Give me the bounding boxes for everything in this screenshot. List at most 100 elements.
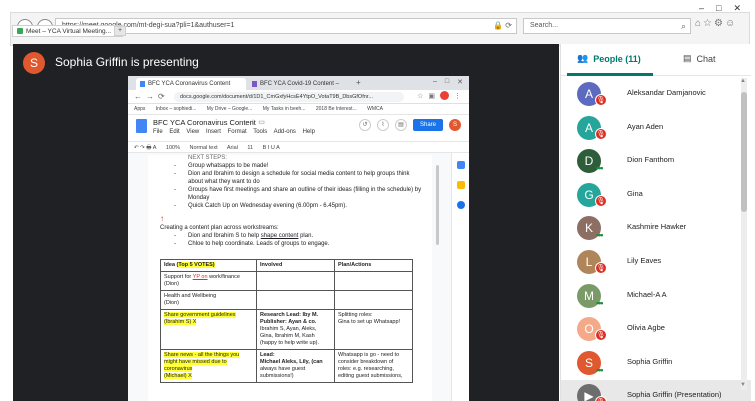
doc-line: about what they want to do (188, 179, 260, 185)
minimize-icon[interactable]: – (699, 3, 704, 14)
doc-menu-item: Insert (205, 129, 221, 135)
table-row: Support for YP on work/finance (Dion) (160, 271, 413, 291)
tasks-icon (457, 201, 465, 209)
doc-favicon-icon (252, 81, 257, 87)
lock-refresh-icons[interactable]: 🔒 ⟳ (493, 21, 512, 30)
window-controls: – □ ✕ (699, 3, 741, 14)
participant-row[interactable]: L 🎙 Lily Eaves (561, 246, 751, 280)
participant-name: Sophia Griffin (627, 356, 673, 366)
doc-bullet: - (174, 187, 176, 193)
shared-chrome-tabstrip: BFC YCA Coronavirus Content BFC YCA Covi… (128, 76, 469, 90)
bookmark-item: 2018 Be Interest... (315, 106, 357, 112)
shared-tab-1: BFC YCA Coronavirus Content (136, 78, 246, 90)
shared-tab-2: BFC YCA Covid-19 Content – (248, 78, 352, 90)
scroll-down-icon[interactable]: ▼ (740, 382, 746, 388)
font-size-select: 11 (247, 145, 254, 151)
docs-logo-icon (136, 119, 147, 133)
speaking-indicator-icon: ••• (596, 297, 604, 308)
maximize-icon[interactable]: □ (716, 3, 721, 14)
doc-menu-item: Help (302, 129, 315, 135)
participants-panel: 👥 People (11) ▤ Chat A 🎙 Aleksandar Damjan… (560, 44, 751, 401)
doc-side-panel (451, 153, 469, 401)
shared-menu-icon: ⋮ (454, 92, 461, 100)
doc-bullet: - (174, 171, 176, 177)
participant-row[interactable]: D ••• Dion Fanthom (561, 145, 751, 179)
docs-favicon-icon (140, 81, 145, 87)
speaking-indicator-icon: ••• (596, 364, 604, 375)
style-select: Normal text (189, 145, 218, 151)
calendar-icon (457, 161, 465, 169)
doc-line: Dion and Ibrahim to design a schedule fo… (188, 171, 410, 177)
doc-actions: ↺ ⌇ ▤ Share S (358, 119, 461, 131)
new-tab-button[interactable]: + (114, 26, 126, 36)
tab-people[interactable]: 👥 People (11) (577, 53, 641, 64)
scroll-up-icon[interactable]: ▲ (740, 78, 746, 84)
tab-chat[interactable]: ▤ Chat (683, 53, 716, 64)
doc-user-avatar: S (449, 119, 461, 131)
table-cell (334, 271, 413, 291)
participant-row[interactable]: ▶🎙Sophia Griffin (Presentation) (561, 380, 751, 401)
search-placeholder: Search... (530, 22, 559, 29)
participant-row[interactable]: K ••• Kashmire Hawker (561, 212, 751, 246)
undo-redo-print-icons: ↶ ↷ 🖶 A (134, 145, 157, 151)
doc-header: BFC YCA Coronavirus Content ☆ ▭ File Edi… (128, 115, 469, 141)
participant-name: Aleksandar Damjanovic (627, 88, 706, 97)
keep-icon (457, 181, 465, 189)
participant-row[interactable]: G 🎙 Gina (561, 179, 751, 213)
table-cell: Support for YP on work/finance (Dion) (160, 271, 257, 291)
doc-bullet: - (174, 163, 176, 169)
comment-history-icon: ↺ (358, 119, 371, 131)
speaking-indicator-icon: ••• (596, 163, 604, 174)
table-cell (256, 271, 335, 291)
shared-ext-icon: ▣ (428, 92, 435, 100)
text-cursor-icon: ↑ (160, 214, 164, 223)
doc-canvas: NEXT STEPS: - Group whatsapps to be made… (128, 153, 469, 401)
table-header-cell: Involved (256, 259, 335, 272)
doc-line: Groups have first meetings and share an … (188, 187, 422, 193)
doc-menu-item: Tools (253, 129, 268, 135)
table-header-cell: Idea (Top 5 VOTES) (160, 259, 257, 272)
doc-bullet: - (174, 241, 176, 247)
participant-row[interactable]: A 🎙 Ayan Aden (561, 112, 751, 146)
doc-bullet: - (174, 233, 176, 239)
close-icon[interactable]: ✕ (733, 3, 741, 14)
shared-window-controls: – □ ✕ (432, 78, 463, 86)
browser-tab-meet[interactable]: Meet – YCA Virtual Meeting... × (12, 25, 123, 37)
shared-screen: BFC YCA Coronavirus Content BFC YCA Covi… (128, 76, 469, 401)
doc-share-button: Share (412, 119, 443, 131)
settings-gear-icon[interactable]: ⚙ (714, 18, 725, 29)
smiley-icon[interactable]: ☺ (725, 18, 737, 29)
search-box[interactable]: Search... ⌕ (523, 18, 691, 34)
comment-icon: ▤ (394, 119, 407, 131)
shared-star-icon: ☆ (417, 92, 424, 100)
panel-scrollbar[interactable] (741, 78, 747, 390)
mic-muted-icon: 🎙 (595, 194, 607, 207)
shared-omni-icons: ☆ ▣ ⋮ (417, 91, 461, 100)
panel-scroll-thumb[interactable] (741, 92, 747, 212)
home-icon[interactable]: ⌂ (695, 18, 703, 29)
browser-right-icons: ⌂☆⚙☺ (695, 18, 737, 29)
doc-menu-item: Add-ons (273, 129, 296, 135)
doc-menubar: File Edit View Insert Format Tools Add-o… (153, 129, 320, 135)
participant-row[interactable]: O 🎙 Olivia Agbe (561, 313, 751, 347)
participant-row[interactable]: M ••• Michael-A A (561, 280, 751, 314)
doc-bullet: - (174, 203, 176, 209)
favorites-star-icon[interactable]: ☆ (703, 18, 714, 29)
participant-name: Sophia Griffin (Presentation) (627, 390, 722, 400)
participant-name: Gina (627, 188, 643, 198)
zoom-select: 100% (165, 145, 180, 151)
participant-name: Olivia Agbe (627, 323, 665, 333)
browser-tab-label: Meet – YCA Virtual Meeting... (26, 27, 112, 35)
table-cell (256, 290, 335, 310)
participant-name: Lily Eaves (627, 255, 662, 265)
trend-icon: ⌇ (376, 119, 389, 131)
table-cell (334, 290, 413, 310)
mic-muted-icon: 🎙 (595, 127, 607, 140)
search-icon[interactable]: ⌕ (681, 21, 686, 32)
bold-italic-icons: B I U A (262, 145, 280, 151)
participant-name: Kashmire Hawker (627, 222, 687, 232)
participant-row[interactable]: S ••• Sophia Griffin (561, 347, 751, 381)
tab-chat-label: Chat (696, 53, 716, 64)
shared-profile-icon (440, 91, 449, 100)
participant-row[interactable]: A 🎙 Aleksandar Damjanovic (561, 78, 751, 112)
